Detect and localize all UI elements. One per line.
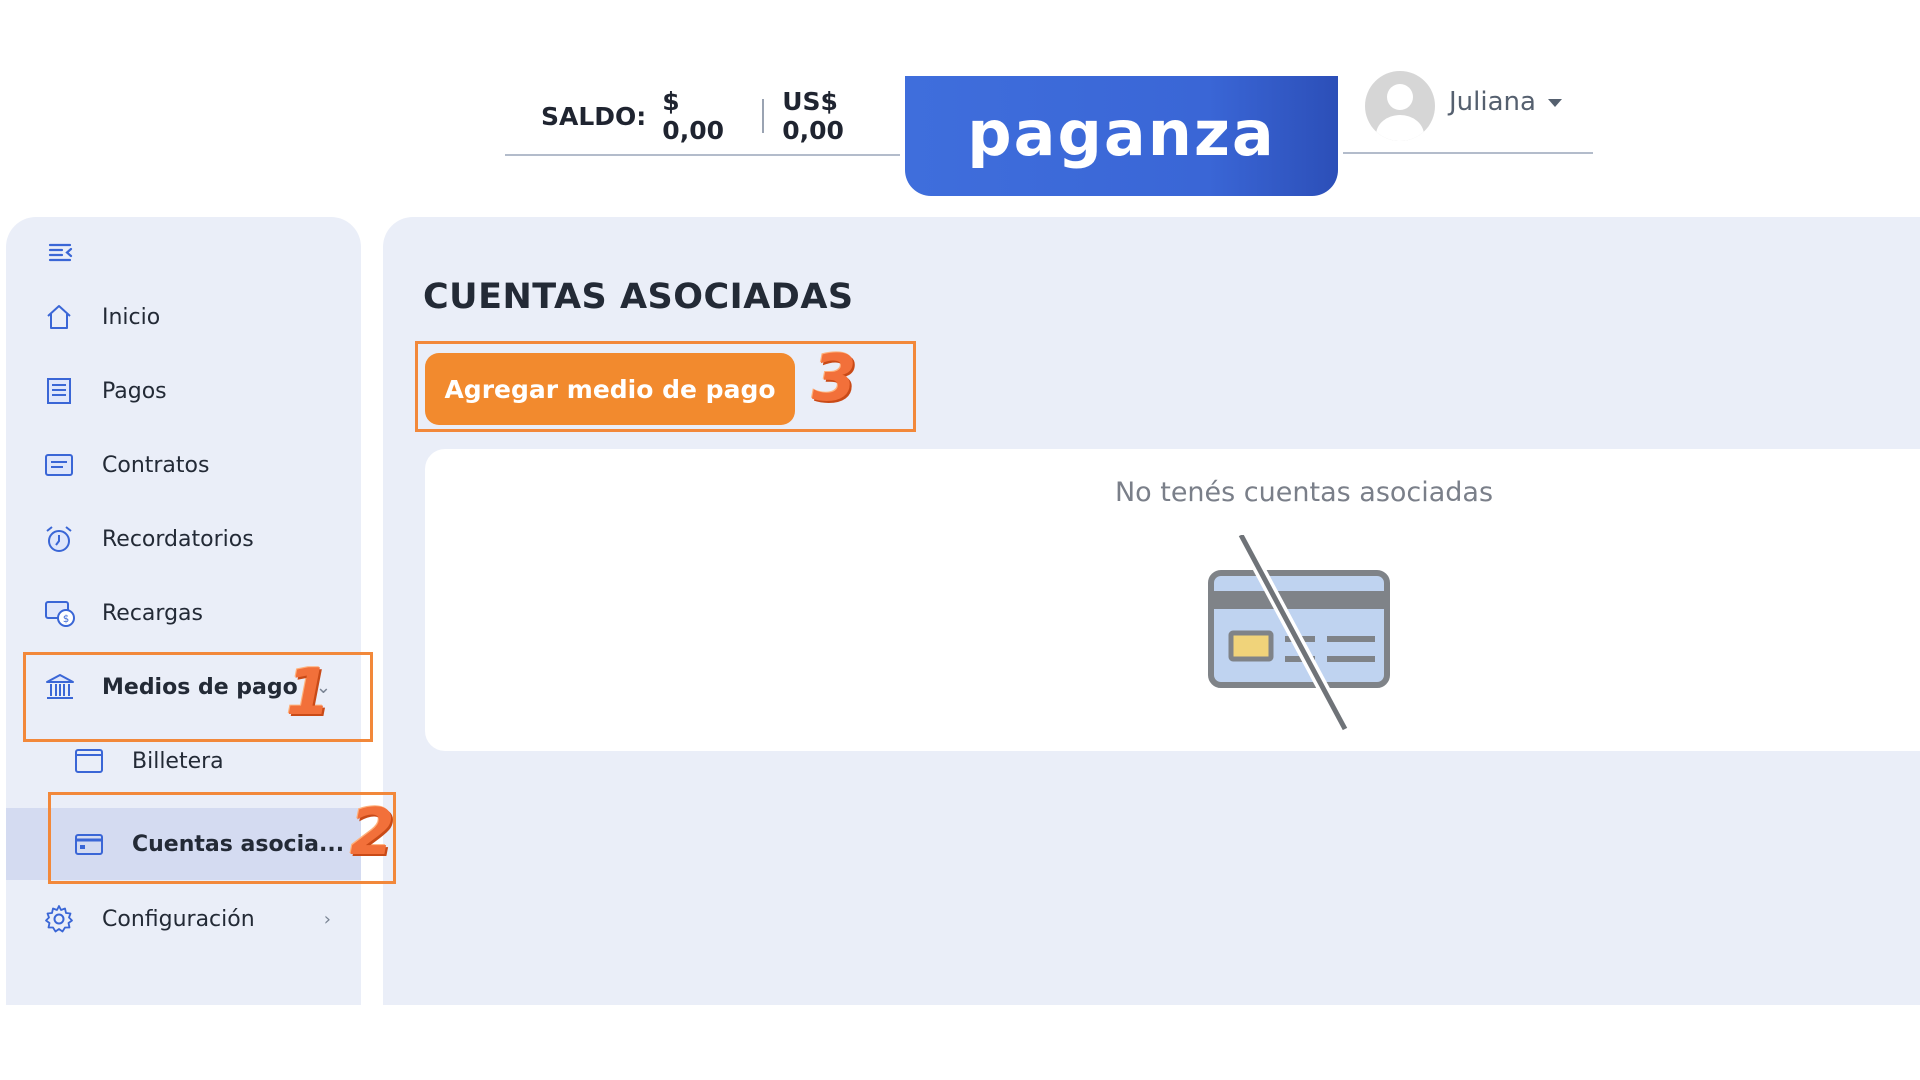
- annotation-number-3: 3: [812, 342, 857, 416]
- svg-text:$: $: [63, 614, 69, 625]
- sidebar-item-recordatorios[interactable]: Recordatorios: [6, 509, 361, 569]
- balance-divider: [762, 99, 765, 133]
- gear-icon: [44, 904, 74, 940]
- annotation-box-2: [48, 792, 396, 884]
- annotation-number-1: 1: [286, 656, 331, 730]
- page-title: CUENTAS ASOCIADAS: [423, 277, 854, 317]
- main-content: CUENTAS ASOCIADAS Agregar medio de pago …: [383, 217, 1920, 1005]
- receipt-icon: [44, 376, 74, 412]
- wallet-icon: [74, 746, 104, 782]
- sidebar: Inicio Pagos Contratos Recordatorios $ R…: [6, 217, 361, 1005]
- sidebar-item-label: Inicio: [102, 304, 161, 330]
- logo-text: paganza: [967, 96, 1276, 170]
- user-menu[interactable]: Juliana: [1343, 70, 1593, 154]
- sidebar-item-contratos[interactable]: Contratos: [6, 435, 361, 495]
- collapse-menu-icon[interactable]: [48, 241, 74, 267]
- money-exchange-icon: $: [44, 598, 76, 634]
- sidebar-item-label: Pagos: [102, 378, 167, 404]
- chevron-right-icon: ›: [323, 908, 331, 930]
- balance-label: SALDO:: [541, 101, 647, 131]
- sidebar-item-label: Contratos: [102, 452, 210, 478]
- empty-state-card: No tenés cuentas asociadas: [425, 449, 1920, 751]
- balance-bar: SALDO: $ 0,00 US$ 0,00: [505, 78, 900, 156]
- document-icon: [44, 450, 74, 486]
- balance-pesos: $ 0,00: [662, 87, 724, 145]
- sidebar-item-label: Recargas: [102, 600, 203, 626]
- sidebar-item-label: Billetera: [132, 748, 224, 774]
- avatar[interactable]: [1365, 71, 1435, 141]
- empty-state-message: No tenés cuentas asociadas: [1114, 477, 1494, 508]
- caret-down-icon[interactable]: [1547, 99, 1562, 107]
- sidebar-item-inicio[interactable]: Inicio: [6, 287, 361, 347]
- sidebar-item-label: Configuración: [102, 906, 255, 932]
- sidebar-item-label: Recordatorios: [102, 526, 254, 552]
- sidebar-item-configuracion[interactable]: Configuración ›: [6, 889, 361, 949]
- annotation-number-2: 2: [350, 796, 395, 870]
- balance-usd: US$ 0,00: [782, 87, 844, 145]
- sidebar-item-pagos[interactable]: Pagos: [6, 361, 361, 421]
- home-icon: [44, 302, 74, 338]
- alarm-clock-icon: [44, 524, 74, 560]
- no-credit-card-icon: [1205, 532, 1405, 739]
- sidebar-item-recargas[interactable]: $ Recargas: [6, 583, 361, 643]
- brand-logo[interactable]: paganza: [905, 76, 1338, 196]
- user-name[interactable]: Juliana: [1449, 87, 1536, 117]
